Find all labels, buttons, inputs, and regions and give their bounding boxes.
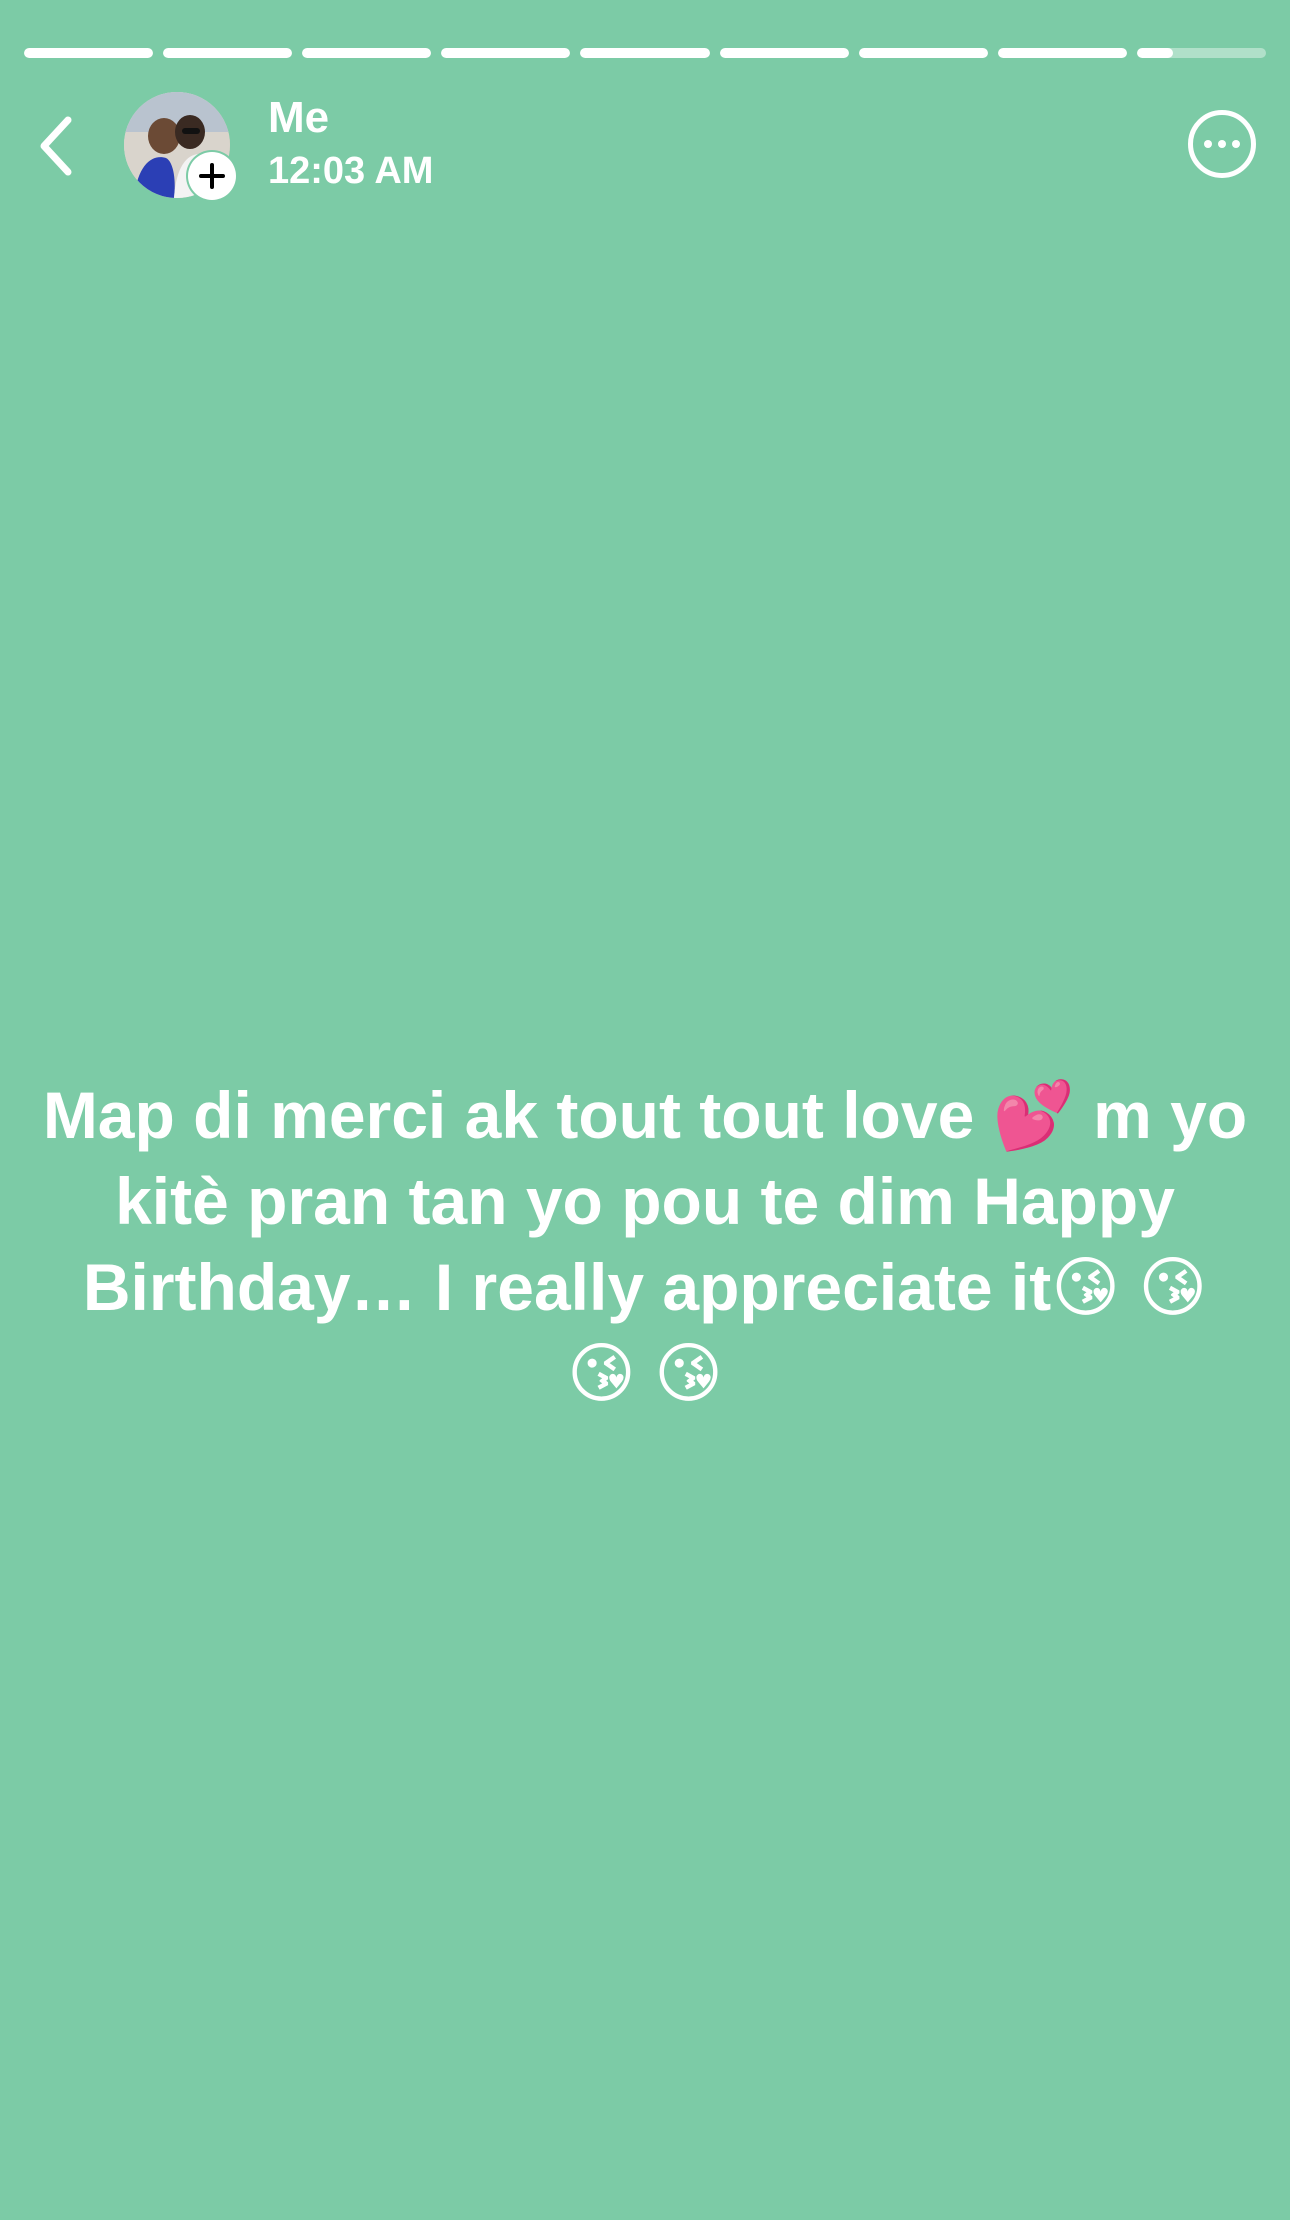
story-progress-fill	[441, 48, 571, 58]
more-horizontal-icon	[1204, 140, 1212, 148]
story-progress-segment	[580, 48, 710, 58]
more-dot	[1218, 140, 1226, 148]
story-progress-segment	[24, 48, 154, 58]
add-status-button[interactable]	[188, 152, 236, 200]
story-progress-fill	[580, 48, 710, 58]
story-progress-bar	[24, 48, 1266, 60]
story-progress-fill	[302, 48, 432, 58]
story-progress-fill	[719, 48, 849, 58]
back-button[interactable]	[28, 108, 84, 184]
story-progress-fill	[1136, 48, 1174, 58]
story-progress-segment	[858, 48, 988, 58]
story-progress-segment	[1136, 48, 1266, 58]
plus-icon	[199, 163, 225, 189]
story-progress-fill	[163, 48, 293, 58]
story-progress-segment	[441, 48, 571, 58]
more-options-button[interactable]	[1188, 110, 1256, 178]
story-progress-segment	[719, 48, 849, 58]
story-progress-fill	[24, 48, 154, 58]
chevron-left-icon	[40, 116, 72, 176]
story-progress-segment	[163, 48, 293, 58]
user-name: Me	[268, 93, 330, 142]
header-info: Me 12:03 AM	[268, 92, 433, 194]
more-dot	[1232, 140, 1240, 148]
story-progress-segment	[997, 48, 1127, 58]
story-progress-fill	[858, 48, 988, 58]
story-progress-segment	[302, 48, 432, 58]
status-text: Map di merci ak tout tout love 💕 m yo ki…	[42, 1078, 1248, 1410]
story-progress-fill	[997, 48, 1127, 58]
post-time: 12:03 AM	[268, 150, 434, 192]
